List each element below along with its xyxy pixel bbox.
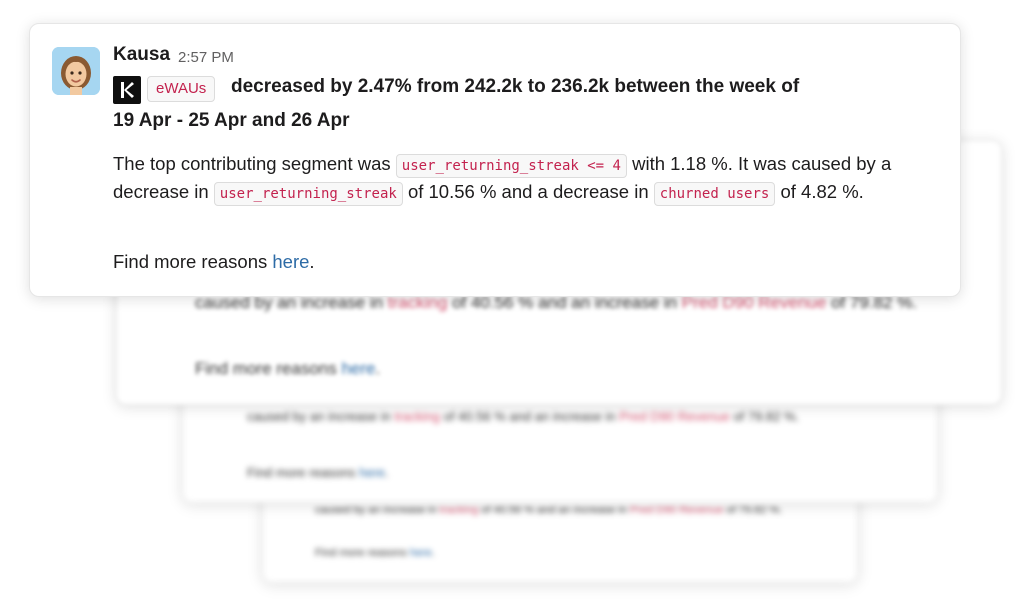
author-name[interactable]: Kausa [113, 44, 170, 66]
background-card-3-text: caused by an increase in tracking of 40.… [315, 504, 783, 516]
message-card: Kausa 2:57 PM eWAUs decreased by 2.47% f… [29, 23, 961, 297]
kausa-logo-icon [113, 76, 141, 104]
avatar[interactable] [52, 47, 100, 95]
headline-line-1: decreased by 2.47% from 242.2k to 236.2k… [231, 76, 800, 97]
headline-line-2: 19 Apr - 25 Apr and 26 Apr [113, 110, 350, 131]
find-more-reasons: Find more reasons here. [113, 251, 315, 272]
message-body: The top contributing segment was user_re… [113, 150, 943, 206]
segment-tag: user_returning_streak <= 4 [395, 154, 627, 178]
background-message-card-2: caused by an increase in tracking of 40.… [182, 388, 938, 503]
driver-tag-1: user_returning_streak [213, 182, 403, 206]
background-card-2-text: caused by an increase in tracking of 40.… [247, 409, 800, 424]
background-card-2-more: Find more reasons here. [247, 465, 389, 480]
background-card-3-more: Find more reasons here. [315, 547, 435, 559]
background-card-1-more: Find more reasons here. [195, 359, 381, 378]
metric-tag: eWAUs [147, 76, 216, 102]
message-timestamp[interactable]: 2:57 PM [178, 49, 234, 66]
driver-tag-2: churned users [653, 182, 776, 206]
memoji-avatar-icon [52, 47, 100, 95]
here-link[interactable]: here [272, 251, 309, 272]
